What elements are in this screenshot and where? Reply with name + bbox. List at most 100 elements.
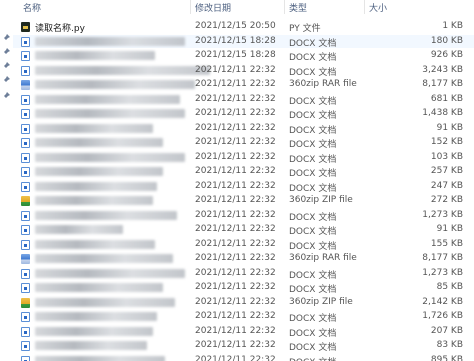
redacted-file-name [35,326,153,336]
python-file-icon [21,22,30,32]
redacted-file-name [35,51,155,60]
file-date: 2021/12/11 22:32 [195,296,276,307]
file-row[interactable]: 2021/12/11 22:32 DOCX 文档 91 KB [13,223,474,237]
file-type: DOCX 文档 [289,111,337,121]
file-date: 2021/12/11 22:32 [195,238,276,249]
file-type: DOCX 文档 [289,183,337,194]
file-type: DOCX 文档 [289,355,336,361]
file-date: 2021/12/11 22:32 [195,122,276,133]
docx-file-icon [21,123,30,134]
file-row[interactable]: 2021/12/11 22:32 360zip ZIP file 2,142 KB [13,296,474,309]
rar-archive-icon [21,80,30,90]
file-row[interactable]: 2021/12/11 22:32 360zip RAR file 8,177 KB [13,78,474,91]
file-row[interactable]: 2021/12/11 22:32 DOCX 文档 152 KB [13,136,474,150]
file-row[interactable]: 2021/12/11 22:32 DOCX 文档 155 KB [13,238,474,252]
file-row[interactable]: 2021/12/11 22:32 DOCX 文档 91 KB [13,122,474,136]
pin-icon[interactable] [2,34,10,42]
file-date: 2021/12/11 22:32 [195,340,276,350]
file-row[interactable]: 2021/12/11 22:32 DOCX 文档 85 KB [13,281,474,295]
file-size: 272 KB [430,195,463,205]
file-date: 2021/12/11 22:32 [195,166,276,176]
docx-file-icon [21,355,30,361]
file-size: 85 KB [436,282,463,292]
redacted-file-name [35,80,195,89]
file-name[interactable]: 读取名称.py [35,21,85,34]
file-size: 180 KB [430,35,463,46]
redacted-file-name [35,123,153,133]
zip-archive-icon [21,196,30,206]
file-date: 2021/12/11 22:32 [195,267,276,278]
redacted-file-name [35,283,163,292]
file-row[interactable]: 2021/12/11 22:32 DOCX 文档 1,273 KB [13,267,474,281]
file-size: 1 KB [442,21,463,31]
file-type: DOCX 文档 [289,154,337,165]
file-row[interactable]: 2021/12/15 18:28 DOCX 文档 180 KB [13,34,474,49]
file-type: DOCX 文档 [289,241,337,252]
redacted-file-name [35,239,155,249]
file-type: DOCX 文档 [289,38,337,49]
file-row[interactable]: 2021/12/11 22:32 DOCX 文档 1,273 KB [13,209,474,223]
file-row[interactable]: 2021/12/11 22:32 DOCX 文档 207 KB [13,325,474,339]
file-date: 2021/12/11 22:32 [195,282,276,292]
redacted-file-name [35,167,163,176]
file-row[interactable]: 2021/12/15 18:28 DOCX 文档 926 KB [13,49,474,63]
file-row[interactable]: 2021/12/11 22:32 360zip RAR file 8,177 KB [13,252,474,265]
pin-icon[interactable] [2,48,10,56]
docx-file-icon [21,181,30,192]
column-date-header[interactable]: 修改日期 [195,1,231,14]
docx-file-icon [21,225,30,235]
file-row[interactable]: 2021/12/11 22:32 DOCX 文档 1,726 KB [13,310,474,324]
docx-file-icon [21,268,30,279]
file-type: 360zip ZIP file [289,195,353,205]
docx-file-icon [21,210,30,221]
file-type: DOCX 文档 [289,343,337,353]
file-row[interactable]: 2021/12/11 22:32 360zip ZIP file 272 KB [13,194,474,207]
column-size-header[interactable]: 大小 [369,1,387,14]
file-row[interactable]: 2021/12/11 22:32 DOCX 文档 247 KB [13,180,474,194]
file-row[interactable]: 2021/12/11 22:32 DOCX 文档 681 KB [13,93,474,107]
file-date: 2021/12/11 22:32 [195,209,276,220]
file-row[interactable]: 2021/12/11 22:32 DOCX 文档 1,438 KB [13,107,474,121]
pin-icon[interactable] [2,76,10,84]
file-date: 2021/12/11 22:32 [195,253,276,263]
file-row[interactable]: 2021/12/11 22:32 DOCX 文档 3,243 KB [13,64,474,78]
column-header: 名称 修改日期 类型 大小 [13,0,474,14]
file-type: DOCX 文档 [289,227,337,237]
file-size: 257 KB [430,166,463,176]
pin-icon[interactable] [2,62,10,70]
column-divider[interactable] [284,0,285,14]
file-type: DOCX 文档 [289,140,337,150]
file-row[interactable]: 2021/12/11 22:32 DOCX 文档 103 KB [13,151,474,165]
file-date: 2021/12/11 22:32 [195,93,276,104]
docx-file-icon [21,167,30,177]
column-type-header[interactable]: 类型 [289,1,307,14]
docx-file-icon [21,94,30,105]
file-type: DOCX 文档 [289,125,337,136]
file-size: 91 KB [436,224,463,234]
file-date: 2021/12/11 22:32 [195,79,276,89]
file-row[interactable]: 2021/12/11 22:32 DOCX 文档 83 KB [13,339,474,353]
file-date: 2021/12/15 20:50 [195,21,276,31]
docx-file-icon [21,65,30,76]
column-divider[interactable] [364,0,365,14]
file-row[interactable]: 2021/12/11 22:32 DOCX 文档 895 KB [13,354,474,361]
file-size: 103 KB [430,151,463,162]
pin-icon[interactable] [2,92,10,100]
column-divider[interactable] [190,0,191,14]
docx-file-icon [21,152,30,163]
file-type: DOCX 文档 [289,285,337,295]
file-date: 2021/12/15 18:28 [195,35,276,46]
file-date: 2021/12/11 22:32 [195,180,276,191]
file-size: 2,142 KB [422,296,463,307]
redacted-file-name [35,109,185,118]
file-size: 1,438 KB [422,108,463,118]
file-size: 1,726 KB [422,311,463,321]
file-type: 360zip RAR file [289,253,357,263]
file-size: 1,273 KB [422,209,463,220]
file-type: 360zip RAR file [289,79,357,89]
file-row[interactable]: 2021/12/11 22:32 DOCX 文档 257 KB [13,165,474,179]
file-row[interactable]: 读取名称.py 2021/12/15 20:50 PY 文件 1 KB [13,20,474,34]
docx-file-icon [21,341,30,351]
file-type: DOCX 文档 [289,67,337,78]
column-name-header[interactable]: 名称 [23,1,41,14]
